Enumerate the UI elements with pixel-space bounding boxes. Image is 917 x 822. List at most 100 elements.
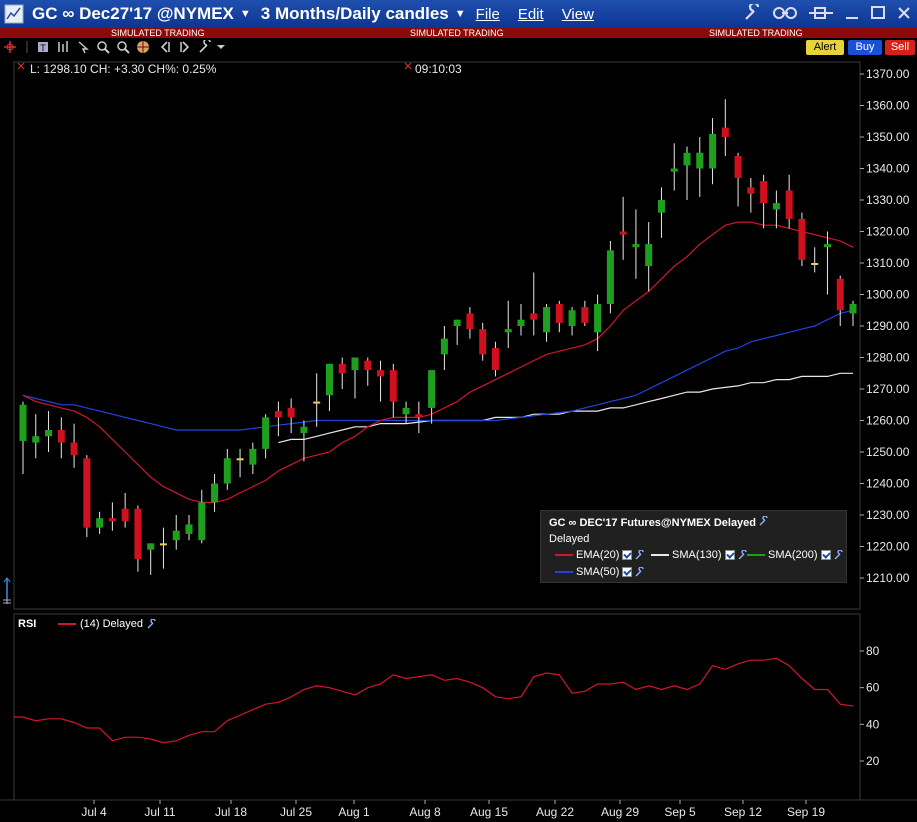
buy-button[interactable]: Buy (848, 40, 882, 55)
menu-view[interactable]: View (562, 6, 594, 23)
candle[interactable] (274, 401, 282, 437)
candle[interactable] (70, 423, 78, 468)
candle[interactable] (479, 322, 487, 361)
candle[interactable] (19, 401, 27, 475)
candle[interactable] (568, 307, 576, 336)
crosshair-icon[interactable] (3, 40, 17, 54)
candle[interactable] (32, 414, 40, 459)
candle[interactable] (606, 240, 614, 314)
candle[interactable] (45, 411, 53, 452)
candle[interactable] (734, 152, 742, 207)
candle[interactable] (159, 527, 167, 569)
candle[interactable] (543, 303, 551, 342)
candle[interactable] (428, 370, 436, 424)
scroll-back-icon[interactable] (158, 40, 172, 54)
close-icon[interactable] (895, 4, 913, 22)
candle[interactable] (300, 420, 308, 462)
legend-item-sma130[interactable]: SMA(130) (651, 549, 748, 561)
candle[interactable] (364, 357, 372, 386)
candle[interactable] (709, 118, 717, 185)
candle[interactable] (823, 231, 831, 295)
period-title[interactable]: 3 Months/Daily candles (261, 4, 449, 24)
bar-tool-icon[interactable] (56, 40, 70, 54)
candle[interactable] (249, 442, 257, 475)
pointer-tool-icon[interactable] (76, 40, 90, 54)
candle[interactable] (594, 294, 602, 352)
candle[interactable] (504, 300, 512, 349)
candle[interactable] (338, 357, 346, 390)
sma200-settings-icon[interactable] (834, 550, 844, 560)
candle[interactable] (147, 543, 155, 575)
period-dropdown-icon[interactable]: ▼ (455, 8, 466, 20)
tools-dropdown-icon[interactable] (214, 40, 228, 54)
candle[interactable] (198, 489, 206, 544)
candle[interactable] (798, 212, 806, 267)
wrench-icon[interactable] (743, 4, 763, 22)
contract-title[interactable]: GC ∞ Dec27'17 @NYMEX (32, 4, 234, 24)
sell-button[interactable]: Sell (885, 40, 915, 55)
candle[interactable] (172, 515, 180, 550)
candle[interactable] (96, 511, 104, 534)
candle[interactable] (619, 196, 627, 260)
candle[interactable] (555, 300, 563, 333)
zoom-out-icon[interactable] (116, 40, 130, 54)
zoom-in-icon[interactable] (96, 40, 110, 54)
legend-item-sma200[interactable]: SMA(200) (747, 549, 844, 561)
candle[interactable] (721, 99, 729, 156)
candle[interactable] (657, 187, 665, 238)
ema20-settings-icon[interactable] (635, 550, 645, 560)
candle[interactable] (325, 363, 333, 412)
maximize-icon[interactable] (869, 4, 887, 22)
menu-edit[interactable]: Edit (518, 6, 544, 23)
scroll-marker-icon[interactable] (2, 576, 12, 606)
candle[interactable] (785, 174, 793, 229)
candle[interactable] (211, 474, 219, 512)
candle[interactable] (491, 341, 499, 377)
contract-dropdown-icon[interactable]: ▼ (240, 8, 251, 20)
candle[interactable] (696, 137, 704, 197)
ema20-checkbox[interactable] (622, 550, 633, 560)
candle[interactable] (772, 190, 780, 229)
menu-file[interactable]: File (476, 6, 500, 23)
candle[interactable] (377, 360, 385, 402)
candle[interactable] (108, 502, 116, 531)
candle[interactable] (134, 505, 142, 572)
link-icon[interactable] (771, 4, 799, 22)
candle[interactable] (223, 448, 231, 490)
target-icon[interactable] (136, 40, 150, 54)
candle[interactable] (683, 146, 691, 200)
candle[interactable] (581, 300, 589, 326)
alert-button[interactable]: Alert (806, 40, 844, 55)
candle[interactable] (453, 319, 461, 345)
tools-icon[interactable] (198, 40, 212, 54)
price-chart[interactable]: 1210.00 1220.00 1230.00 1240.00 1250.00 1260.… (0, 58, 917, 822)
sma130-checkbox[interactable] (724, 550, 735, 560)
rsi-settings-icon[interactable] (147, 619, 157, 629)
candle[interactable] (121, 492, 129, 528)
legend-settings-icon[interactable] (759, 516, 769, 526)
candle[interactable] (760, 174, 768, 229)
sma50-checkbox[interactable] (622, 567, 633, 577)
detach-icon[interactable] (807, 4, 835, 22)
sma200-checkbox[interactable] (820, 550, 831, 560)
candle[interactable] (670, 143, 678, 191)
candle[interactable] (313, 373, 321, 427)
candle[interactable] (645, 222, 653, 292)
minimize-icon[interactable] (843, 4, 861, 22)
candle[interactable] (389, 363, 397, 418)
candle[interactable] (415, 401, 423, 434)
candle[interactable] (287, 398, 295, 434)
candle[interactable] (632, 209, 640, 279)
sma50-settings-icon[interactable] (635, 567, 645, 577)
drag-handle-icon[interactable] (17, 62, 25, 70)
candle[interactable] (262, 414, 270, 459)
candle[interactable] (351, 357, 359, 399)
candle[interactable] (849, 300, 857, 326)
scroll-forward-icon[interactable] (178, 40, 192, 54)
candle[interactable] (836, 275, 844, 326)
candle[interactable] (811, 247, 819, 273)
legend-item-ema20[interactable]: EMA(20) (555, 549, 645, 561)
candle[interactable] (57, 417, 65, 459)
candle[interactable] (236, 448, 244, 478)
candle[interactable] (83, 455, 91, 538)
